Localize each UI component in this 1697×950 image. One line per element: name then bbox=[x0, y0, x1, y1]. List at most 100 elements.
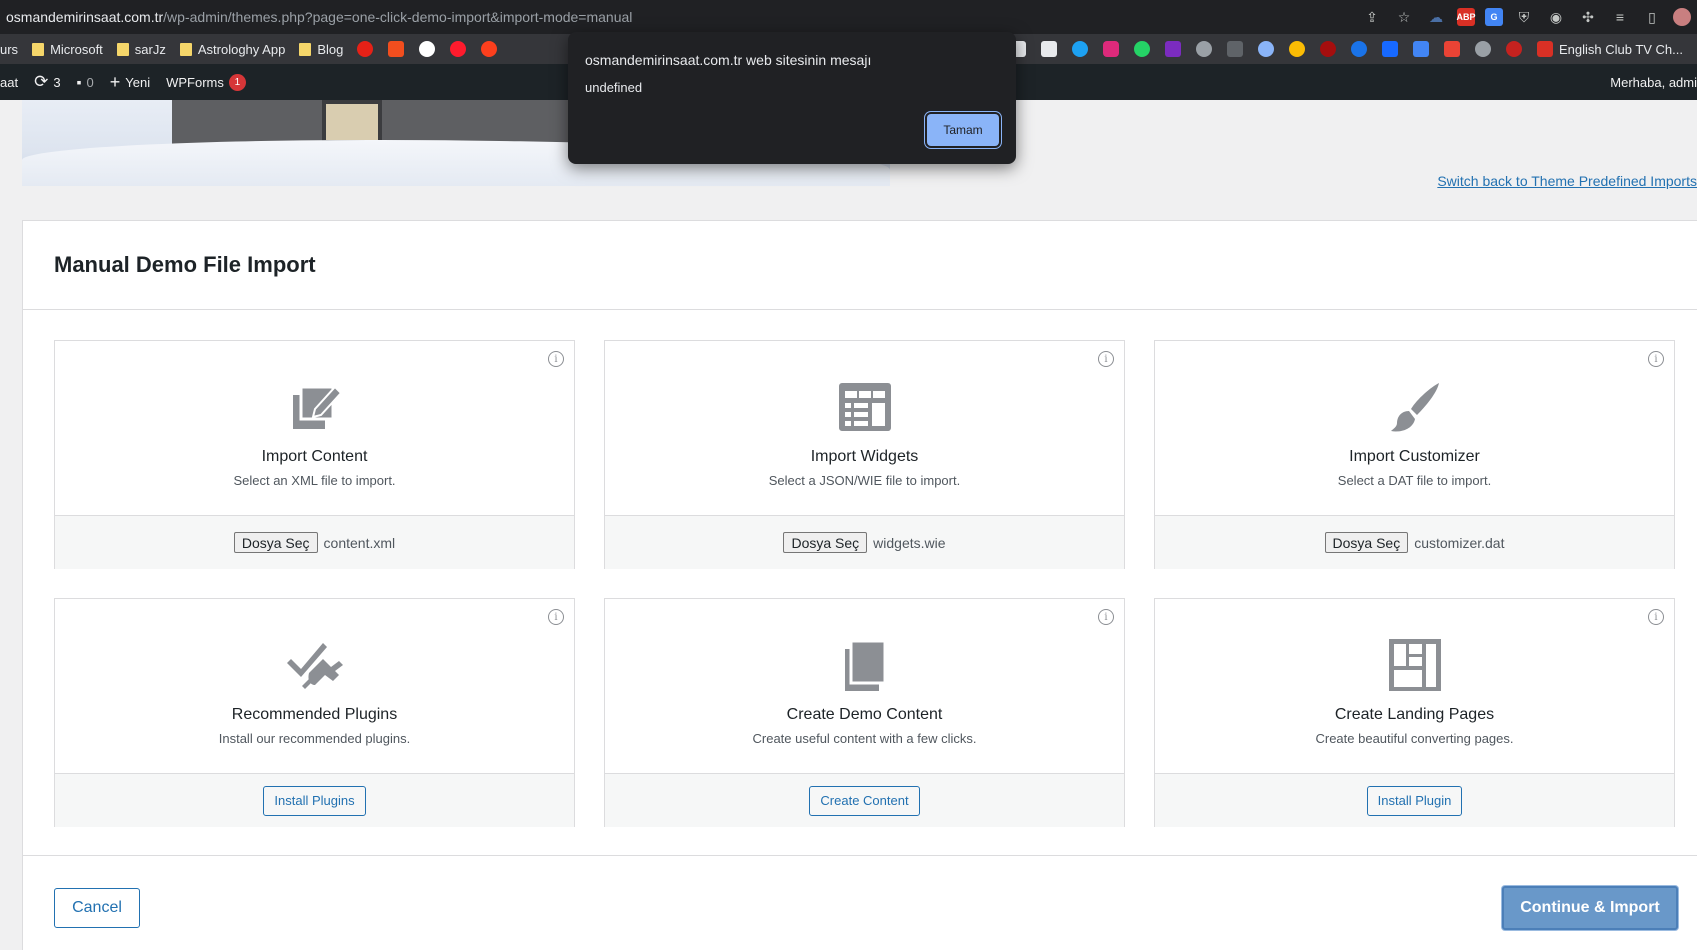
choose-file-button[interactable]: Dosya Seç bbox=[233, 532, 318, 553]
dialog-ok-button[interactable]: Tamam bbox=[927, 114, 999, 146]
info-icon[interactable]: i bbox=[1098, 609, 1114, 625]
bookmark-cut[interactable]: urs bbox=[0, 42, 18, 57]
create-landing-pages-tile: i Create Landing Pages Create beautiful … bbox=[1154, 598, 1675, 827]
bookmark-icon[interactable] bbox=[1319, 41, 1336, 57]
twitter-icon[interactable] bbox=[1071, 41, 1088, 57]
plugin-icon bbox=[286, 643, 343, 689]
tile-title: Import Widgets bbox=[810, 448, 919, 465]
info-icon[interactable]: i bbox=[1648, 351, 1664, 367]
create-content-button[interactable]: Create Content bbox=[809, 785, 920, 816]
bookmark-icon[interactable] bbox=[1257, 41, 1274, 57]
url-path: /wp-admin/themes.php?page=one-click-demo… bbox=[163, 9, 633, 25]
bookmark-icon[interactable] bbox=[1288, 41, 1305, 57]
site-name[interactable]: aat bbox=[0, 75, 18, 90]
bookmark-icon[interactable] bbox=[1350, 41, 1367, 57]
opera-icon[interactable] bbox=[450, 41, 467, 57]
tile-title: Import Content bbox=[261, 448, 368, 465]
bookmark-english-club[interactable]: English Club TV Ch... bbox=[1536, 41, 1683, 57]
share-icon[interactable]: ⇪ bbox=[1361, 6, 1383, 28]
dialog-title: osmandemirinsaat.com.tr web sitesinin me… bbox=[585, 52, 872, 68]
star-icon[interactable]: ☆ bbox=[1393, 6, 1415, 28]
bookmark-sarjz[interactable]: sarJz bbox=[116, 42, 166, 57]
bookmark-icon[interactable] bbox=[1040, 41, 1057, 57]
comments-item[interactable]: ▪ 0 bbox=[77, 74, 94, 90]
bookmark-icon[interactable] bbox=[1195, 41, 1212, 57]
bookmark-icon[interactable] bbox=[1505, 41, 1522, 57]
dialog-message: undefined bbox=[585, 80, 643, 95]
switch-back-link[interactable]: Switch back to Theme Predefined Imports bbox=[1437, 173, 1697, 189]
bookmark-microsoft[interactable]: Microsoft bbox=[32, 42, 103, 57]
greeting[interactable]: Merhaba, admi bbox=[1610, 75, 1697, 90]
youtube-icon[interactable] bbox=[357, 41, 374, 57]
page-title: Manual Demo File Import bbox=[54, 252, 316, 277]
choose-file-button[interactable]: Dosya Seç bbox=[783, 532, 868, 553]
bookmark-astrology[interactable]: Astrologhy App bbox=[179, 42, 285, 57]
tile-title: Create Demo Content bbox=[786, 706, 943, 723]
extension-icon[interactable]: ◉ bbox=[1545, 6, 1567, 28]
gmail-icon[interactable] bbox=[1443, 41, 1460, 57]
reading-list-icon[interactable]: ≡ bbox=[1609, 6, 1631, 28]
threads-icon[interactable] bbox=[419, 41, 436, 57]
wpforms-item[interactable]: WPForms 1 bbox=[166, 73, 246, 91]
extension-icon[interactable]: ☁ bbox=[1425, 6, 1447, 28]
k-icon[interactable] bbox=[1164, 41, 1181, 57]
tile-description: Select a JSON/WIE file to import. bbox=[768, 473, 961, 488]
translate-icon[interactable] bbox=[1412, 41, 1429, 57]
puzzle-icon[interactable]: ✣ bbox=[1577, 6, 1599, 28]
file-name: content.xml bbox=[323, 534, 396, 551]
plus-icon: + bbox=[109, 71, 121, 92]
sidepanel-icon[interactable]: ▯ bbox=[1641, 6, 1663, 28]
new-content-item[interactable]: + Yeni bbox=[110, 72, 150, 93]
tile-description: Create beautiful converting pages. bbox=[1315, 731, 1514, 746]
whatsapp-icon[interactable] bbox=[1133, 41, 1150, 57]
create-demo-content-tile: i Create Demo Content Create useful cont… bbox=[604, 598, 1125, 827]
bookmark-blog[interactable]: Blog bbox=[299, 42, 343, 57]
file-name: customizer.dat bbox=[1414, 534, 1505, 551]
layout-icon bbox=[1388, 639, 1441, 691]
info-icon[interactable]: i bbox=[1648, 609, 1664, 625]
translate-icon[interactable]: G bbox=[1485, 8, 1503, 26]
info-icon[interactable]: i bbox=[548, 351, 564, 367]
continue-import-button[interactable]: Continue & Import bbox=[1502, 886, 1678, 930]
tile-description: Create useful content with a few clicks. bbox=[752, 731, 977, 746]
folder-icon bbox=[179, 42, 192, 56]
url-text[interactable]: osmandemirinsaat.com.tr/wp-admin/themes.… bbox=[0, 9, 632, 25]
bookmark-icon[interactable] bbox=[1226, 41, 1243, 57]
url-host: osmandemirinsaat.com.tr bbox=[6, 9, 164, 25]
import-content-tile: i Import Content Select an XML file to i… bbox=[54, 340, 575, 569]
tv-icon bbox=[1536, 41, 1553, 57]
yandex-icon[interactable] bbox=[481, 41, 498, 57]
import-customizer-tile: i Import Customizer Select a DAT file to… bbox=[1154, 340, 1675, 569]
tile-description: Select a DAT file to import. bbox=[1337, 473, 1492, 488]
tile-title: Create Landing Pages bbox=[1334, 706, 1495, 723]
pages-icon bbox=[844, 639, 886, 691]
adblock-icon[interactable]: ABP bbox=[1457, 8, 1476, 26]
updates-item[interactable]: ⟳ 3 bbox=[34, 72, 60, 92]
browser-address-bar[interactable]: osmandemirinsaat.com.tr/wp-admin/themes.… bbox=[0, 0, 1697, 34]
choose-file-button[interactable]: Dosya Seç bbox=[1324, 532, 1409, 553]
info-icon[interactable]: i bbox=[548, 609, 564, 625]
recommended-plugins-tile: i Recommended Plugins Install our recomm… bbox=[54, 598, 575, 827]
bookmark-icon[interactable] bbox=[1474, 41, 1491, 57]
profile-avatar[interactable] bbox=[1673, 8, 1691, 26]
cancel-button[interactable]: Cancel bbox=[54, 888, 140, 928]
info-icon[interactable]: i bbox=[1098, 351, 1114, 367]
instagram-icon[interactable] bbox=[1102, 41, 1119, 57]
import-content-icon bbox=[292, 385, 342, 429]
widgets-icon bbox=[838, 383, 891, 431]
updates-icon: ⟳ bbox=[34, 72, 49, 91]
file-name: widgets.wie bbox=[873, 534, 946, 551]
behance-icon[interactable] bbox=[1381, 41, 1398, 57]
shield-icon[interactable]: ⛨ bbox=[1513, 6, 1535, 28]
folder-icon bbox=[32, 42, 45, 56]
brush-icon bbox=[1390, 383, 1439, 432]
figma-icon[interactable] bbox=[388, 41, 405, 57]
manual-import-card: Manual Demo File Import i Import Content… bbox=[22, 220, 1697, 950]
install-plugins-button[interactable]: Install Plugins bbox=[263, 785, 366, 816]
tile-description: Install our recommended plugins. bbox=[218, 731, 411, 746]
tile-description: Select an XML file to import. bbox=[233, 473, 396, 488]
tile-title: Import Customizer bbox=[1349, 448, 1480, 465]
wpforms-badge: 1 bbox=[228, 73, 246, 91]
folder-icon bbox=[116, 42, 129, 56]
install-plugin-button[interactable]: Install Plugin bbox=[1366, 785, 1463, 816]
